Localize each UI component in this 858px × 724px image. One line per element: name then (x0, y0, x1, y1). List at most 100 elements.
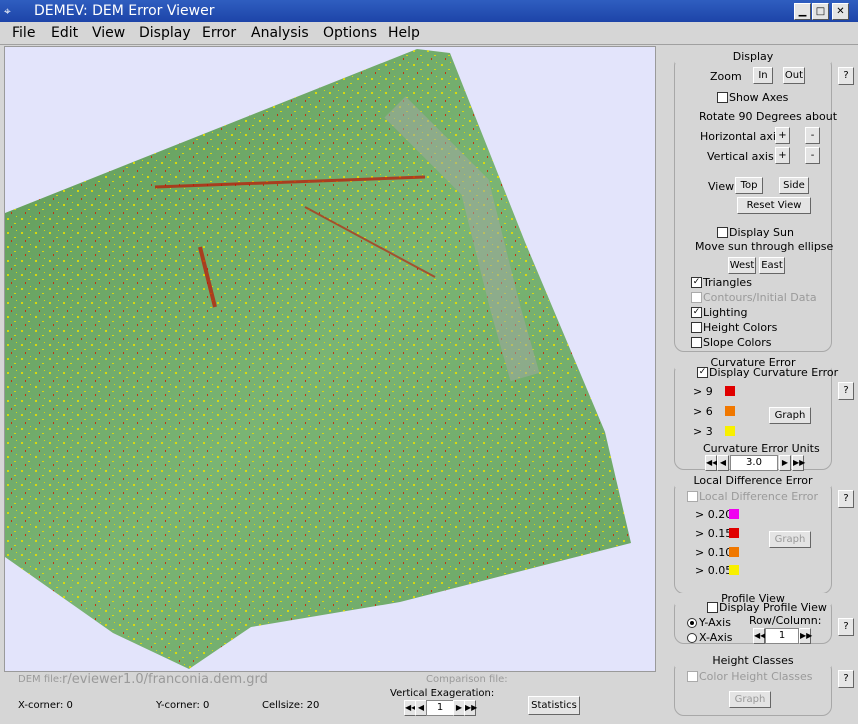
terrain-render (5, 49, 631, 669)
vertical-plus-button[interactable]: + (775, 147, 790, 164)
horizontal-axis-label: Horizontal axis (700, 130, 782, 143)
local-diff-swatch-orange (729, 547, 739, 557)
prev-arrow-icon[interactable]: ◀ (717, 455, 729, 471)
local-diff-level-label: > 0.20 (695, 508, 733, 521)
menu-file[interactable]: File (12, 24, 35, 42)
zoom-in-button[interactable]: In (753, 67, 773, 84)
horizontal-minus-button[interactable]: - (805, 127, 820, 144)
control-panel: Display Zoom In Out Show Axes Rotate 90 … (658, 46, 854, 720)
display-help-button[interactable]: ? (838, 67, 854, 85)
local-diff-swatch-yellow (729, 565, 739, 575)
local-difference-label: Local Difference Error (699, 490, 819, 503)
row-column-value[interactable]: 1 (765, 628, 799, 644)
menu-help[interactable]: Help (388, 24, 420, 42)
window-title: DEMEV: DEM Error Viewer (34, 3, 215, 19)
view-top-button[interactable]: Top (735, 177, 763, 194)
vertical-exaggeration-spinner: ◀◀ ◀ 1 ▶ ▶▶ (404, 700, 477, 716)
height-colors-checkbox[interactable] (691, 322, 702, 333)
y-axis-radio[interactable] (687, 618, 697, 628)
curvature-swatch-yellow (725, 426, 735, 436)
statistics-button[interactable]: Statistics (528, 696, 580, 715)
height-colors-label: Height Colors (703, 321, 778, 334)
row-column-spinner: ◀◀ 1 ▶▶ (753, 628, 813, 644)
minimize-button[interactable]: ▁ (794, 3, 811, 20)
zoom-label: Zoom (710, 70, 742, 83)
curvature-group: Curvature Error ✓ Display Curvature Erro… (674, 356, 838, 471)
comparison-file-label: Comparison file: (426, 674, 508, 685)
local-difference-checkbox[interactable] (687, 491, 698, 502)
maximize-button[interactable]: □ (812, 3, 829, 20)
curvature-units-value[interactable]: 3.0 (730, 455, 778, 471)
height-classes-group-title: Height Classes (710, 654, 796, 667)
curvature-swatch-orange (725, 406, 735, 416)
display-group-title: Display (730, 50, 776, 63)
y-corner-label: Y-corner: 0 (156, 700, 210, 711)
last-arrow-icon[interactable]: ▶▶ (799, 628, 812, 644)
vertical-exaggeration-value[interactable]: 1 (426, 700, 454, 716)
app-icon[interactable]: ⌖ (4, 3, 28, 19)
show-axes-label: Show Axes (729, 91, 789, 104)
last-arrow-icon[interactable]: ▶▶ (792, 455, 805, 471)
dem-file-label: DEM file: (18, 674, 63, 685)
local-diff-swatch-magenta (729, 509, 739, 519)
vertical-exaggeration-label: Vertical Exageration: (390, 688, 495, 699)
local-diff-level-label: > 0.15 (695, 527, 733, 540)
triangles-label: Triangles (703, 276, 752, 289)
show-axes-checkbox[interactable] (717, 92, 728, 103)
local-diff-swatch-red (729, 528, 739, 538)
height-classes-group: Height Classes Color Height Classes Grap… (674, 654, 832, 716)
local-diff-graph-button[interactable]: Graph (769, 531, 811, 548)
menu-error[interactable]: Error (202, 24, 236, 42)
curvature-graph-button[interactable]: Graph (769, 407, 811, 424)
profile-help-button[interactable]: ? (838, 618, 854, 636)
y-axis-label: Y-Axis (699, 616, 731, 629)
contours-checkbox[interactable] (691, 292, 702, 303)
reset-view-button[interactable]: Reset View (737, 197, 811, 214)
west-button[interactable]: West (728, 257, 756, 274)
move-sun-label: Move sun through ellipse (695, 240, 834, 253)
x-axis-radio[interactable] (687, 633, 697, 643)
height-classes-help-button[interactable]: ? (838, 670, 854, 688)
menu-edit[interactable]: Edit (51, 24, 78, 42)
vertical-minus-button[interactable]: - (805, 147, 820, 164)
rotate-label: Rotate 90 Degrees about (699, 110, 838, 123)
curvature-units-label: Curvature Error Units (703, 442, 820, 455)
zoom-out-button[interactable]: Out (783, 67, 805, 84)
lighting-checkbox[interactable]: ✓ (691, 307, 702, 318)
first-arrow-icon[interactable]: ◀◀ (753, 628, 766, 644)
curvature-error-overlay (5, 49, 631, 669)
display-curvature-checkbox[interactable]: ✓ (697, 367, 708, 378)
slope-colors-label: Slope Colors (703, 336, 772, 349)
color-height-classes-checkbox[interactable] (687, 671, 698, 682)
x-axis-label: X-Axis (699, 631, 733, 644)
slope-colors-checkbox[interactable] (691, 337, 702, 348)
view-side-button[interactable]: Side (779, 177, 809, 194)
display-profile-checkbox[interactable] (707, 602, 718, 613)
horizontal-plus-button[interactable]: + (775, 127, 790, 144)
color-height-classes-label: Color Height Classes (699, 670, 813, 683)
curvature-level-label: > 3 (693, 425, 713, 438)
x-corner-label: X-corner: 0 (18, 700, 73, 711)
first-arrow-icon[interactable]: ◀◀ (705, 455, 718, 471)
last-arrow-icon[interactable]: ▶▶ (464, 700, 477, 716)
display-sun-checkbox[interactable] (717, 227, 728, 238)
curvature-level-label: > 6 (693, 405, 713, 418)
menu-options[interactable]: Options (323, 24, 377, 42)
curvature-help-button[interactable]: ? (838, 382, 854, 400)
triangles-checkbox[interactable]: ✓ (691, 277, 702, 288)
title-bar: ⌖ DEMEV: DEM Error Viewer ▁ □ ✕ (0, 0, 858, 22)
terrain-viewport[interactable] (4, 46, 656, 672)
next-arrow-icon[interactable]: ▶ (779, 455, 791, 471)
display-curvature-label: Display Curvature Error (709, 366, 839, 379)
vertical-axis-label: Vertical axis (707, 150, 774, 163)
menu-view[interactable]: View (92, 24, 125, 42)
contours-label: Contours/Initial Data (703, 291, 817, 304)
height-classes-graph-button[interactable]: Graph (729, 691, 771, 708)
local-difference-help-button[interactable]: ? (838, 490, 854, 508)
row-column-label: Row/Column: (749, 614, 822, 627)
status-area: DEM file: r/eviewer1.0/franconia.dem.grd… (0, 670, 656, 724)
east-button[interactable]: East (759, 257, 785, 274)
menu-display[interactable]: Display (139, 24, 191, 42)
close-button[interactable]: ✕ (832, 3, 849, 20)
menu-analysis[interactable]: Analysis (251, 24, 309, 42)
